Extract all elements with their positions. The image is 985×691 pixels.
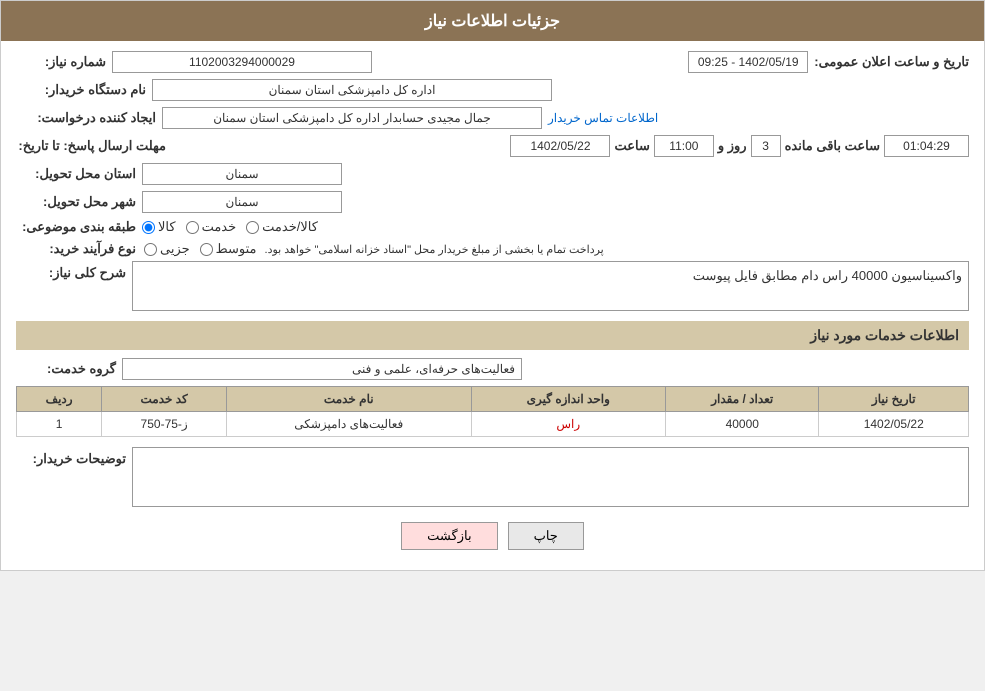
radio-service[interactable]: خدمت bbox=[186, 219, 237, 235]
page-wrapper: جزئیات اطلاعات نیاز تاریخ و ساعت اعلان ع… bbox=[0, 0, 985, 571]
services-table: تاریخ نیاز تعداد / مقدار واحد اندازه گیر… bbox=[16, 386, 969, 437]
response-time-label: ساعت bbox=[614, 138, 649, 154]
radio-goods-service-input[interactable] bbox=[246, 221, 259, 234]
response-time-value: 11:00 bbox=[654, 135, 714, 157]
publish-datetime-value: 1402/05/19 - 09:25 bbox=[688, 51, 808, 73]
row-response-deadline: 01:04:29 ساعت باقی مانده 3 روز و 11:00 س… bbox=[16, 135, 969, 157]
radio-service-label: خدمت bbox=[202, 219, 237, 235]
creator-value: جمال مجیدی حسابدار اداره کل دامپزشکی است… bbox=[162, 107, 542, 129]
row-service-group: فعالیت‌های حرفه‌ای، علمی و فنی گروه خدمت… bbox=[16, 358, 969, 380]
row-need-number: تاریخ و ساعت اعلان عمومی: 1402/05/19 - 0… bbox=[16, 51, 969, 73]
buttons-row: چاپ بازگشت bbox=[16, 522, 969, 550]
response-date-value: 1402/05/22 bbox=[510, 135, 610, 157]
col-code: کد خدمت bbox=[102, 387, 227, 412]
buyer-org-label: نام دستگاه خریدار: bbox=[16, 82, 146, 98]
table-row: 1402/05/22 40000 راس فعالیت‌های دامپزشکی… bbox=[17, 412, 969, 437]
purchase-note: پرداخت تمام یا بخشی از مبلغ خریدار محل "… bbox=[265, 243, 604, 256]
radio-goods-input[interactable] bbox=[142, 221, 155, 234]
response-deadline-label: مهلت ارسال پاسخ: تا تاریخ: bbox=[16, 138, 166, 154]
row-city: سمنان شهر محل تحویل: bbox=[16, 191, 969, 213]
radio-partial[interactable]: جزیی bbox=[144, 241, 190, 257]
radio-medium[interactable]: متوسط bbox=[200, 241, 257, 257]
category-radio-group: کالا/خدمت خدمت کالا bbox=[142, 219, 318, 235]
print-button[interactable]: چاپ bbox=[508, 522, 584, 550]
service-group-value: فعالیت‌های حرفه‌ای، علمی و فنی bbox=[122, 358, 522, 380]
province-value: سمنان bbox=[142, 163, 342, 185]
page-header: جزئیات اطلاعات نیاز bbox=[1, 1, 984, 41]
radio-medium-input[interactable] bbox=[200, 243, 213, 256]
cell-date: 1402/05/22 bbox=[819, 412, 969, 437]
city-value: سمنان bbox=[142, 191, 342, 213]
row-purchase-type: پرداخت تمام یا بخشی از مبلغ خریدار محل "… bbox=[16, 241, 969, 257]
buyer-notes-box bbox=[132, 447, 969, 507]
response-days-value: 3 bbox=[751, 135, 781, 157]
col-unit: واحد اندازه گیری bbox=[471, 387, 666, 412]
contact-info-link[interactable]: اطلاعات تماس خریدار bbox=[548, 111, 658, 125]
cell-quantity: 40000 bbox=[666, 412, 819, 437]
response-remaining-label: ساعت باقی مانده bbox=[785, 138, 880, 154]
row-category: کالا/خدمت خدمت کالا طبقه بندی موضوعی: bbox=[16, 219, 969, 235]
col-quantity: تعداد / مقدار bbox=[666, 387, 819, 412]
col-name: نام خدمت bbox=[227, 387, 472, 412]
cell-unit[interactable]: راس bbox=[471, 412, 666, 437]
cell-row: 1 bbox=[17, 412, 102, 437]
content-area: تاریخ و ساعت اعلان عمومی: 1402/05/19 - 0… bbox=[1, 41, 984, 570]
radio-goods-service[interactable]: کالا/خدمت bbox=[246, 219, 318, 235]
back-button[interactable]: بازگشت bbox=[401, 522, 497, 550]
page-title: جزئیات اطلاعات نیاز bbox=[425, 13, 560, 30]
cell-name: فعالیت‌های دامپزشکی bbox=[227, 412, 472, 437]
creator-label: ایجاد کننده درخواست: bbox=[16, 110, 156, 126]
table-header-row: تاریخ نیاز تعداد / مقدار واحد اندازه گیر… bbox=[17, 387, 969, 412]
description-label: شرح کلی نیاز: bbox=[16, 261, 126, 281]
radio-partial-input[interactable] bbox=[144, 243, 157, 256]
row-buyer-org: اداره کل دامپزشکی استان سمنان نام دستگاه… bbox=[16, 79, 969, 101]
description-value: واکسیناسیون 40000 راس دام مطابق فایل پیو… bbox=[693, 268, 962, 283]
service-group-label: گروه خدمت: bbox=[16, 361, 116, 377]
col-date: تاریخ نیاز bbox=[819, 387, 969, 412]
purchase-type-radio-group: متوسط جزیی bbox=[144, 241, 257, 257]
description-section: واکسیناسیون 40000 راس دام مطابق فایل پیو… bbox=[16, 261, 969, 311]
service-info-title: اطلاعات خدمات مورد نیاز bbox=[16, 321, 969, 350]
purchase-type-label: نوع فرآیند خرید: bbox=[16, 241, 136, 257]
category-label: طبقه بندی موضوعی: bbox=[16, 219, 136, 235]
response-remaining-value: 01:04:29 bbox=[884, 135, 969, 157]
row-province: سمنان استان محل تحویل: bbox=[16, 163, 969, 185]
radio-service-input[interactable] bbox=[186, 221, 199, 234]
radio-goods-label: کالا bbox=[158, 219, 176, 235]
cell-code: ز-75-750 bbox=[102, 412, 227, 437]
col-row: ردیف bbox=[17, 387, 102, 412]
radio-goods[interactable]: کالا bbox=[142, 219, 176, 235]
buyer-notes-section: توضیحات خریدار: bbox=[16, 447, 969, 507]
publish-datetime-label: تاریخ و ساعت اعلان عمومی: bbox=[814, 54, 969, 70]
services-table-container: تاریخ نیاز تعداد / مقدار واحد اندازه گیر… bbox=[16, 386, 969, 437]
buyer-org-value: اداره کل دامپزشکی استان سمنان bbox=[152, 79, 552, 101]
row-creator: اطلاعات تماس خریدار جمال مجیدی حسابدار ا… bbox=[16, 107, 969, 129]
radio-medium-label: متوسط bbox=[216, 241, 257, 257]
buyer-notes-label: توضیحات خریدار: bbox=[16, 447, 126, 467]
need-number-value: 1102003294000029 bbox=[112, 51, 372, 73]
radio-goods-service-label: کالا/خدمت bbox=[262, 219, 318, 235]
city-label: شهر محل تحویل: bbox=[16, 194, 136, 210]
province-label: استان محل تحویل: bbox=[16, 166, 136, 182]
need-number-label: شماره نیاز: bbox=[16, 54, 106, 70]
response-days-label: روز و bbox=[718, 138, 747, 154]
description-box: واکسیناسیون 40000 راس دام مطابق فایل پیو… bbox=[132, 261, 969, 311]
radio-partial-label: جزیی bbox=[160, 241, 190, 257]
